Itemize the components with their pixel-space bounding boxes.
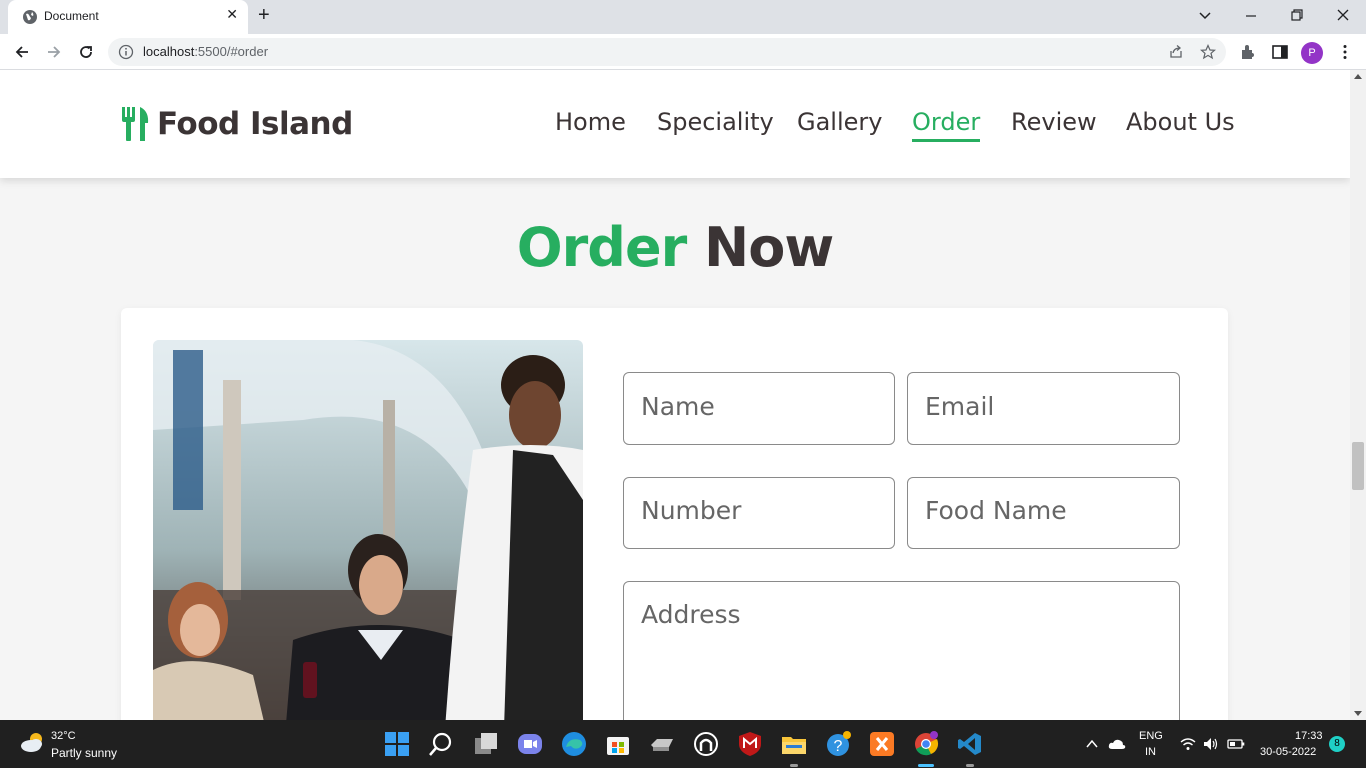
running-indicator	[966, 764, 974, 767]
windows-start-icon[interactable]	[384, 731, 410, 757]
clock-time[interactable]: 17:33	[1295, 730, 1323, 742]
minimize-icon[interactable]	[1244, 9, 1258, 23]
vscode-icon[interactable]	[957, 731, 983, 757]
running-indicator	[790, 764, 798, 767]
address-placeholder: Address	[641, 600, 741, 629]
url-text: localhost:5500/#order	[143, 44, 269, 59]
browser-toolbar: localhost:5500/#order P	[0, 34, 1366, 70]
partly-sunny-icon[interactable]	[20, 730, 46, 754]
more-menu-icon[interactable]	[1336, 43, 1354, 61]
extensions-icon[interactable]	[1239, 43, 1257, 61]
show-hidden-icons-icon[interactable]	[1085, 737, 1099, 751]
bookmark-star-icon[interactable]	[1200, 44, 1216, 60]
site-header: Food Island Home Speciality Gallery Orde…	[0, 70, 1350, 178]
onedrive-cloud-icon[interactable]	[1108, 737, 1126, 751]
food-name-placeholder: Food Name	[925, 496, 1067, 525]
mcafee-icon[interactable]	[737, 731, 763, 757]
microsoft-store-icon[interactable]	[605, 731, 631, 757]
weather-description: Partly sunny	[51, 746, 118, 760]
heading-accent: Order	[516, 216, 687, 279]
wifi-icon[interactable]	[1180, 737, 1196, 751]
utensils-icon	[122, 107, 149, 141]
file-explorer-icon[interactable]	[781, 731, 807, 757]
scrollbar-thumb[interactable]	[1352, 442, 1364, 490]
notification-badge[interactable]: 8	[1329, 736, 1345, 752]
address-textarea[interactable]: Address	[623, 581, 1180, 720]
nav-home[interactable]: Home	[555, 108, 626, 136]
get-help-icon[interactable]: ?	[825, 731, 851, 757]
number-placeholder: Number	[641, 496, 742, 525]
scroll-down-arrow-icon[interactable]	[1354, 711, 1362, 716]
back-icon[interactable]	[12, 42, 32, 62]
forward-icon[interactable]	[44, 42, 64, 62]
site-name: Food Island	[157, 106, 353, 142]
restaurant-photo	[153, 340, 583, 720]
page-viewport: Food Island Home Speciality Gallery Orde…	[0, 70, 1350, 720]
site-logo[interactable]: Food Island	[121, 104, 353, 144]
name-input[interactable]: Name	[623, 372, 895, 445]
profile-avatar[interactable]: P	[1301, 42, 1323, 64]
battery-icon[interactable]	[1227, 738, 1245, 750]
page-scrollbar[interactable]	[1350, 70, 1366, 720]
site-info-icon[interactable]	[118, 44, 134, 60]
language-region[interactable]: IN	[1145, 746, 1156, 758]
reload-icon[interactable]	[76, 42, 96, 62]
close-window-icon[interactable]	[1336, 8, 1350, 22]
windows-taskbar: 32°C Partly sunny ? ENG IN 17:33 30-05-2…	[0, 720, 1366, 768]
nav-review[interactable]: Review	[1011, 108, 1097, 136]
nav-about-us[interactable]: About Us	[1126, 108, 1235, 136]
email-input[interactable]: Email	[907, 372, 1180, 445]
edge-browser-icon[interactable]	[561, 731, 587, 757]
new-tab-button[interactable]: +	[258, 4, 270, 27]
globe-icon	[23, 10, 37, 24]
tab-title: Document	[44, 9, 99, 23]
share-icon[interactable]	[1168, 44, 1184, 60]
email-placeholder: Email	[925, 392, 995, 421]
active-app-indicator	[918, 764, 934, 767]
tab-search-icon[interactable]	[1198, 9, 1212, 23]
browser-tab-strip: Document ✕ +	[0, 0, 1366, 34]
section-heading: Order Now	[0, 216, 1350, 279]
nav-gallery[interactable]: Gallery	[797, 108, 882, 136]
task-view-icon[interactable]	[473, 731, 499, 757]
browser-tab[interactable]: Document ✕	[8, 0, 248, 34]
volume-icon[interactable]	[1203, 737, 1219, 751]
scroll-up-arrow-icon[interactable]	[1354, 74, 1362, 79]
food-name-input[interactable]: Food Name	[907, 477, 1180, 549]
xampp-icon[interactable]	[869, 731, 895, 757]
language-code[interactable]: ENG	[1139, 730, 1163, 742]
address-bar[interactable]: localhost:5500/#order	[108, 38, 1226, 66]
chrome-icon[interactable]	[913, 731, 939, 757]
nav-speciality[interactable]: Speciality	[657, 108, 774, 136]
restore-icon[interactable]	[1290, 8, 1304, 22]
github-desktop-icon[interactable]	[693, 731, 719, 757]
side-panel-icon[interactable]	[1271, 43, 1289, 61]
svg-text:?: ?	[834, 738, 843, 755]
order-card: Name Email Number Food Name Address	[121, 308, 1228, 720]
heading-rest: Now	[704, 216, 834, 279]
clock-date[interactable]: 30-05-2022	[1260, 746, 1316, 758]
search-icon[interactable]	[428, 731, 454, 757]
weather-temperature: 32°C	[51, 730, 76, 742]
disk-drive-icon[interactable]	[649, 731, 675, 757]
nav-order[interactable]: Order	[912, 108, 981, 142]
close-tab-icon[interactable]: ✕	[226, 7, 238, 23]
teams-chat-icon[interactable]	[517, 731, 543, 757]
number-input[interactable]: Number	[623, 477, 895, 549]
name-placeholder: Name	[641, 392, 715, 421]
